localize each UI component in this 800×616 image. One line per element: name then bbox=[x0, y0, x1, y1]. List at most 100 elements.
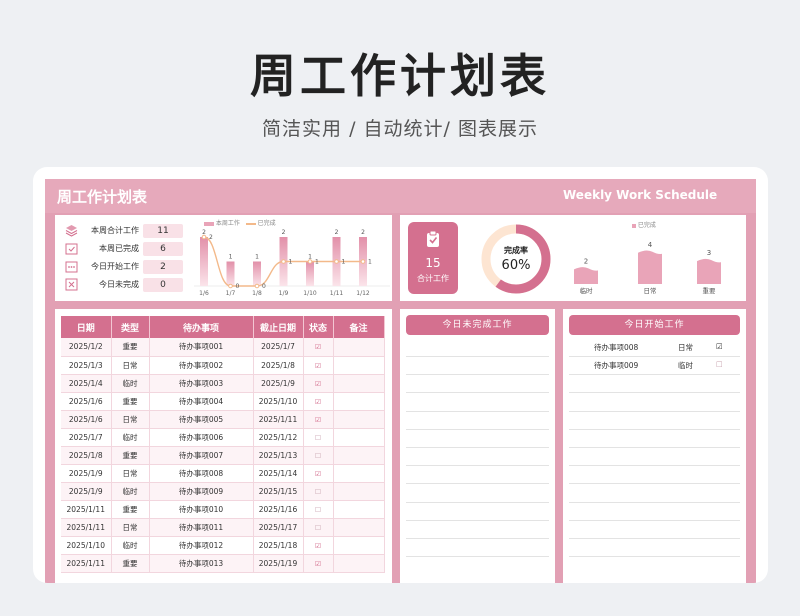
cell-due: 2025/1/11 bbox=[253, 410, 304, 429]
table-header-row: 日期 类型 待办事项 截止日期 状态 备注 bbox=[61, 316, 385, 338]
cell-note[interactable] bbox=[333, 554, 385, 573]
cell-status: ☐ bbox=[303, 428, 334, 447]
bar bbox=[253, 261, 261, 286]
unchecked-box-icon[interactable]: ☐ bbox=[315, 434, 321, 442]
cell-type: 重要 bbox=[111, 392, 150, 411]
layers-icon bbox=[65, 225, 78, 237]
cell-task: 待办事项012 bbox=[149, 536, 254, 555]
cell-due: 2025/1/17 bbox=[253, 518, 304, 537]
bar-data-label: 2 bbox=[335, 229, 339, 236]
cell-type: 临时 bbox=[111, 536, 150, 555]
column-header: 状态 bbox=[303, 316, 334, 338]
list-row-divider bbox=[406, 538, 549, 539]
cell-status: ☐ bbox=[303, 446, 334, 465]
area-category-label: 日常 bbox=[644, 286, 657, 295]
cell-status: ☑ bbox=[303, 536, 334, 555]
list-row-divider bbox=[569, 519, 740, 521]
column-header: 备注 bbox=[333, 316, 385, 338]
area-mark bbox=[574, 267, 598, 284]
checked-box-icon[interactable]: ☑ bbox=[315, 398, 321, 406]
line-data-label: 1 bbox=[289, 259, 293, 266]
list-row-divider bbox=[569, 447, 740, 448]
list-row-divider bbox=[569, 501, 740, 503]
table-row: 2025/1/4 临时 待办事项003 2025/1/9 ☑ bbox=[61, 374, 385, 393]
cell-type: 日常 bbox=[111, 518, 150, 537]
bar-data-label: 2 bbox=[282, 229, 286, 236]
unchecked-box-icon[interactable]: ☐ bbox=[315, 452, 321, 460]
calendar-check-icon bbox=[65, 243, 78, 255]
cell-date: 2025/1/7 bbox=[61, 428, 112, 447]
cell-status: ☑ bbox=[303, 410, 334, 429]
cell-date: 2025/1/11 bbox=[61, 554, 112, 573]
cell-note[interactable] bbox=[333, 518, 385, 537]
cell-status: ☐ bbox=[303, 482, 334, 501]
cell-task: 待办事项008 bbox=[149, 464, 254, 483]
cell-note[interactable] bbox=[333, 338, 385, 357]
checked-box-icon[interactable]: ☑ bbox=[315, 416, 321, 424]
stat-value: 6 bbox=[143, 242, 183, 256]
cell-status: ☐ bbox=[303, 500, 334, 519]
checked-box-icon[interactable]: ☑ bbox=[315, 560, 321, 568]
cell-task: 待办事项009 bbox=[149, 482, 254, 501]
cell-task: 待办事项004 bbox=[149, 392, 254, 411]
table-row: 2025/1/11 重要 待办事项010 2025/1/16 ☐ bbox=[61, 500, 385, 519]
cell-note[interactable] bbox=[333, 356, 385, 375]
unchecked-box-icon[interactable]: ☐ bbox=[716, 360, 723, 369]
cell-type: 日常 bbox=[111, 356, 150, 375]
total-work-value: 15 bbox=[425, 256, 441, 270]
area-data-label: 3 bbox=[707, 249, 711, 257]
checked-box-icon[interactable]: ☑ bbox=[315, 362, 321, 370]
column-header: 类型 bbox=[111, 316, 150, 338]
x-tick-label: 1/9 bbox=[279, 290, 289, 297]
column-header: 截止日期 bbox=[253, 316, 304, 338]
cell-due: 2025/1/16 bbox=[253, 500, 304, 519]
today-started-panel: 今日开始工作 待办事项008 日常 ☑ 待办事项009 临时 ☐ bbox=[563, 309, 746, 583]
table-row: 2025/1/7 临时 待办事项006 2025/1/12 ☐ bbox=[61, 428, 385, 447]
cell-type: 重要 bbox=[111, 554, 150, 573]
cell-type: 临时 bbox=[111, 482, 150, 501]
x-box-icon bbox=[65, 278, 78, 291]
cell-note[interactable] bbox=[333, 482, 385, 501]
total-work-box: 15 合计工作 bbox=[408, 222, 458, 294]
checked-box-icon[interactable]: ☑ bbox=[315, 343, 321, 351]
cell-note[interactable] bbox=[333, 464, 385, 483]
table-row: 2025/1/9 日常 待办事项008 2025/1/14 ☑ bbox=[61, 464, 385, 483]
checked-box-icon[interactable]: ☑ bbox=[315, 542, 321, 550]
list-row-divider bbox=[406, 447, 549, 448]
checked-box-icon[interactable]: ☑ bbox=[315, 380, 321, 388]
line-data-label: 2 bbox=[209, 234, 213, 241]
cell-task: 待办事项007 bbox=[149, 446, 254, 465]
checked-box-icon[interactable]: ☑ bbox=[716, 342, 723, 351]
stats-panel: 本周合计工作 11 本周已完成 6 今日开始工作 2 今日未完成 0 本周工作 已完成 2 1/… bbox=[55, 215, 392, 301]
started-task: 待办事项008 bbox=[594, 343, 639, 352]
cell-type: 日常 bbox=[111, 410, 150, 429]
checked-box-icon[interactable]: ☑ bbox=[315, 470, 321, 478]
bar-data-label: 1 bbox=[229, 254, 233, 261]
line-point bbox=[307, 259, 313, 264]
cell-note[interactable] bbox=[333, 446, 385, 465]
stat-value: 2 bbox=[143, 260, 183, 274]
cell-note[interactable] bbox=[333, 410, 385, 429]
unchecked-box-icon[interactable]: ☐ bbox=[315, 488, 321, 496]
cell-note[interactable] bbox=[333, 536, 385, 555]
cell-due: 2025/1/7 bbox=[253, 338, 304, 357]
table-row: 2025/1/10 临时 待办事项012 2025/1/18 ☑ bbox=[61, 536, 385, 555]
cell-date: 2025/1/11 bbox=[61, 500, 112, 519]
unchecked-box-icon[interactable]: ☐ bbox=[315, 524, 321, 532]
cell-note[interactable] bbox=[333, 374, 385, 393]
today-undone-panel: 今日未完成工作 bbox=[400, 309, 555, 583]
list-row-divider bbox=[569, 465, 740, 467]
unchecked-box-icon[interactable]: ☐ bbox=[315, 506, 321, 514]
list-row-divider bbox=[406, 410, 549, 412]
cell-task: 待办事项013 bbox=[149, 554, 254, 573]
cell-note[interactable] bbox=[333, 500, 385, 519]
cell-note[interactable] bbox=[333, 428, 385, 447]
list-row-divider bbox=[406, 356, 549, 357]
clipboard-check-icon bbox=[427, 230, 439, 247]
cell-task: 待办事项011 bbox=[149, 518, 254, 537]
x-tick-label: 1/8 bbox=[252, 290, 262, 297]
cell-task: 待办事项003 bbox=[149, 374, 254, 393]
cell-note[interactable] bbox=[333, 392, 385, 411]
bar bbox=[226, 261, 235, 286]
line-point bbox=[228, 283, 233, 289]
